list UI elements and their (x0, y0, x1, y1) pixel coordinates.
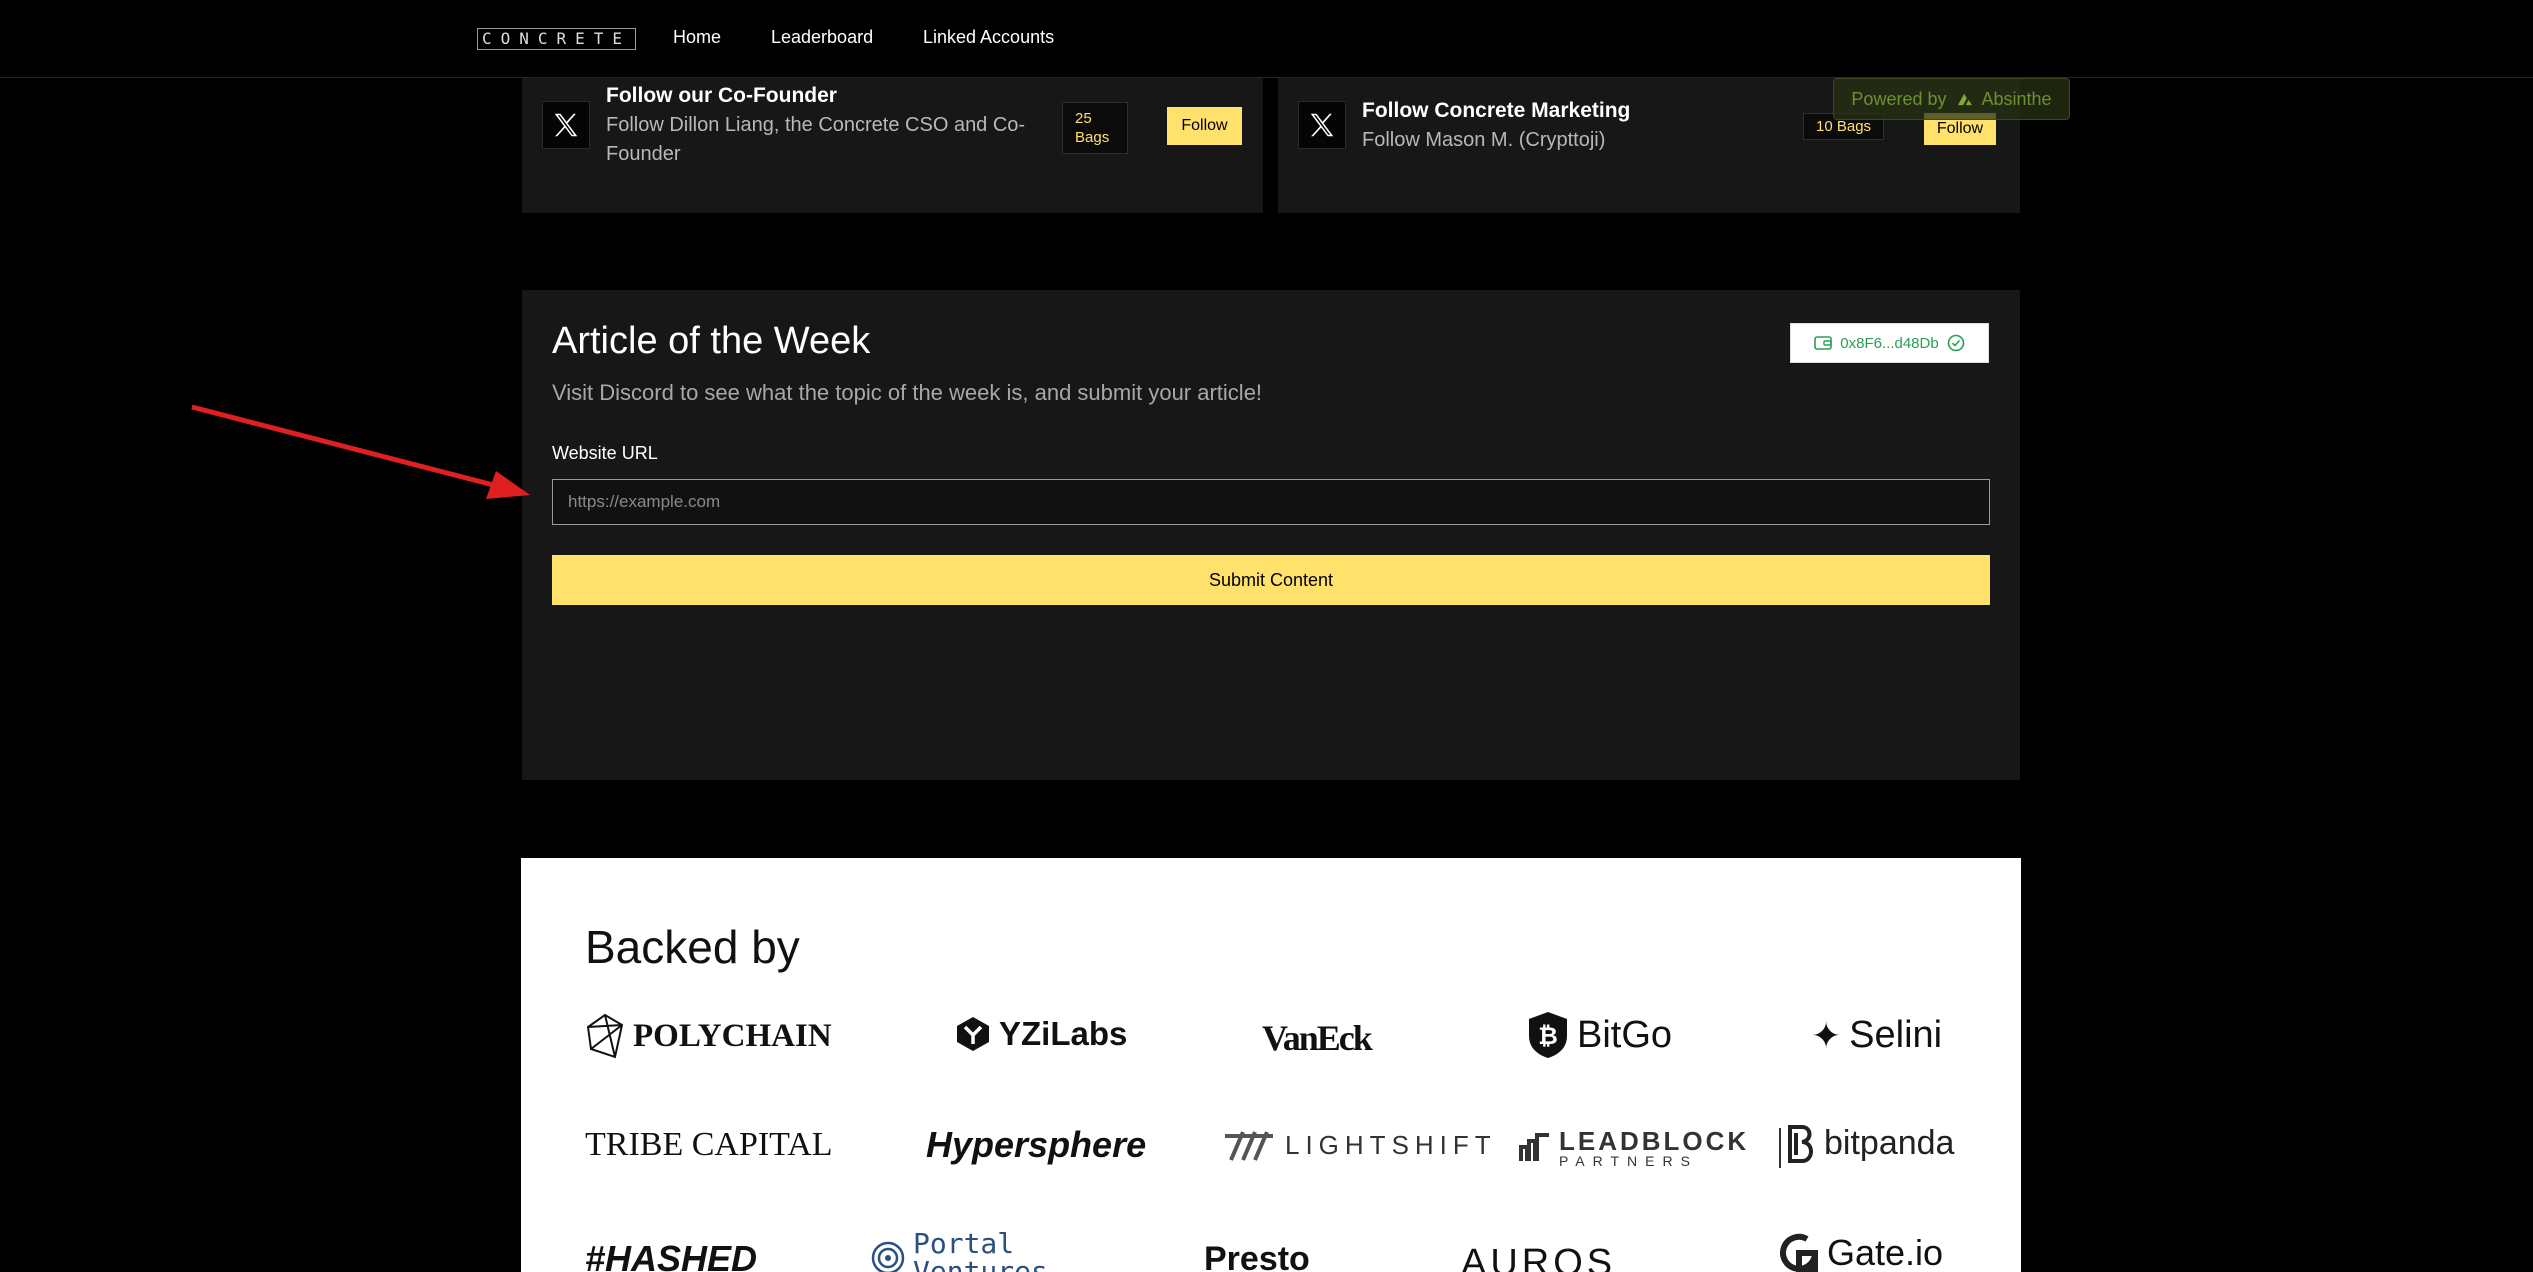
nav-link-linked-accounts[interactable]: Linked Accounts (923, 27, 1054, 48)
lightshift-logo: LIGHTSHIFT (1221, 1128, 1497, 1162)
website-url-input[interactable] (552, 479, 1990, 525)
x-logo-icon (1298, 101, 1346, 149)
polychain-logo: POLYCHAIN (585, 1013, 832, 1059)
check-circle-icon (1947, 334, 1965, 352)
nav-link-leaderboard[interactable]: Leaderboard (771, 27, 873, 48)
bitgo-shield-icon: ₿ (1529, 1012, 1567, 1058)
bags-unit: Bags (1075, 129, 1110, 146)
hypersphere-logo: Hypersphere (926, 1124, 1147, 1165)
bags-count: 25 (1075, 110, 1092, 127)
bitgo-logo: ₿ BitGo (1527, 1010, 1672, 1060)
polychain-icon (586, 1013, 624, 1059)
lightshift-icon (1225, 1131, 1273, 1161)
logo-divider (1779, 1128, 1782, 1168)
yzilabs-logo: YZiLabs (955, 1015, 1127, 1053)
powered-by-label: Powered by (1851, 89, 1947, 109)
website-url-label: Website URL (552, 443, 658, 463)
quest-description: Follow Dillon Liang, the Concrete CSO an… (606, 114, 1026, 165)
presto-logo: Presto (1204, 1240, 1310, 1272)
auros-logo: AUROS (1461, 1242, 1617, 1272)
bags-badge: 25 Bags (1062, 102, 1128, 154)
leadblock-logo: LEADBLOCK PARTNERS (1519, 1128, 1782, 1168)
selini-star-icon: ✦ (1811, 1014, 1842, 1056)
hashed-logo: #HASHED (585, 1238, 758, 1272)
gateio-icon (1780, 1233, 1818, 1272)
powered-by-brand: Absinthe (1981, 89, 2052, 109)
quest-card-cofounder: Follow our Co-Founder Follow Dillon Lian… (522, 78, 1263, 213)
portal-ventures-icon (871, 1241, 905, 1272)
wallet-address: 0x8F6...d48Db (1840, 334, 1939, 352)
article-of-week-panel: Article of the Week Visit Discord to see… (522, 290, 2020, 780)
wallet-badge[interactable]: 0x8F6...d48Db (1790, 323, 1989, 363)
powered-by-badge[interactable]: Powered by Absinthe (1833, 78, 2070, 120)
bitpanda-icon (1788, 1124, 1813, 1163)
vaneck-logo: VanEck (1262, 1018, 1373, 1058)
concrete-logo[interactable]: CONCRETE (477, 28, 637, 50)
backed-by-section: Backed by POLYCHAIN YZiLabs VanEck ₿ Bit… (521, 858, 2021, 1272)
portal-ventures-logo: Portal Ventures (871, 1230, 1048, 1272)
quest-title: Follow our Co-Founder (606, 84, 837, 107)
bitpanda-logo: bitpanda (1786, 1124, 1954, 1163)
selini-logo: ✦ Selini (1811, 1014, 1943, 1056)
x-logo-icon (542, 101, 590, 149)
follow-button-cofounder[interactable]: Follow (1167, 107, 1242, 145)
yzilabs-icon (957, 1017, 989, 1051)
backed-by-title: Backed by (585, 921, 800, 973)
submit-content-button[interactable]: Submit Content (552, 555, 1990, 605)
nav-link-home[interactable]: Home (673, 27, 721, 48)
wallet-icon (1814, 336, 1833, 350)
absinthe-logo-icon (1957, 93, 1972, 106)
leadblock-icon (1519, 1133, 1549, 1161)
quest-title: Follow Concrete Marketing (1362, 99, 1631, 122)
article-title: Article of the Week (552, 320, 871, 362)
top-nav: CONCRETE Home Leaderboard Linked Account… (0, 0, 2533, 78)
article-subtitle: Visit Discord to see what the topic of t… (552, 380, 1263, 405)
tribe-capital-logo: TRIBE CAPITAL (585, 1126, 833, 1163)
gateio-logo: Gate.io (1779, 1232, 1943, 1272)
svg-text:₿: ₿ (1538, 1023, 1558, 1050)
annotation-arrow-icon (191, 404, 530, 499)
quest-description: Follow Mason M. (Crypttoji) (1362, 129, 1606, 151)
